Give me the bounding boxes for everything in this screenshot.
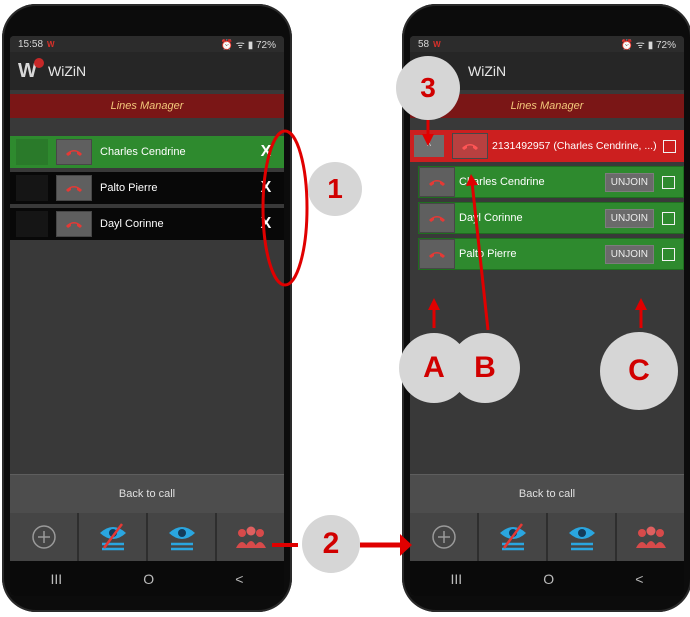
carrier-mark: W bbox=[433, 39, 441, 49]
hangup-button[interactable] bbox=[56, 139, 92, 165]
status-right: ⏰ ᯤ ▮ 72% bbox=[620, 40, 676, 51]
phone-hangup-icon bbox=[462, 144, 478, 150]
hangup-all-button[interactable] bbox=[452, 133, 488, 159]
callout-c: C bbox=[600, 332, 678, 410]
add-circle-icon bbox=[431, 525, 456, 549]
back-to-call-button[interactable]: Back to call bbox=[10, 474, 284, 513]
unjoin-button[interactable]: UNJOIN bbox=[604, 244, 654, 264]
left-screen: 15:58 W ⏰ ᯤ ▮ 72% W WiZiN Lines Manager C… bbox=[10, 36, 284, 596]
app-name: WiZiN bbox=[48, 63, 87, 79]
bottom-tabs bbox=[10, 513, 284, 561]
add-circle-icon bbox=[31, 525, 56, 549]
battery-level: 72% bbox=[255, 40, 276, 51]
left-phone: 15:58 W ⏰ ᯤ ▮ 72% W WiZiN Lines Manager C… bbox=[2, 4, 292, 612]
line-name: Charles Cendrine bbox=[100, 146, 186, 158]
phone-hangup-icon bbox=[429, 252, 445, 258]
member-hangup-button[interactable] bbox=[419, 167, 455, 197]
bottom-tabs bbox=[410, 513, 684, 561]
home-button[interactable]: O bbox=[543, 571, 554, 587]
phone-hangup-icon bbox=[66, 186, 82, 192]
member-row[interactable]: Charles Cendrine UNJOIN bbox=[418, 166, 684, 198]
recents-button[interactable]: III bbox=[451, 571, 463, 587]
lines-manager-title: Lines Manager bbox=[10, 94, 284, 118]
member-name: Palto Pierre bbox=[459, 248, 517, 260]
status-time: 58 bbox=[418, 38, 430, 50]
tab-add-call[interactable] bbox=[10, 513, 79, 561]
conference-row[interactable]: ^ 2131492957 (Charles Cendrine, ...) bbox=[410, 130, 684, 162]
close-line-icon[interactable]: X bbox=[256, 179, 276, 197]
status-bar: 15:58 W ⏰ ᯤ ▮ 72% bbox=[10, 36, 284, 52]
app-bar: W WiZiN bbox=[10, 52, 284, 90]
back-button[interactable]: < bbox=[635, 571, 643, 587]
member-checkbox[interactable] bbox=[662, 211, 675, 225]
right-screen: 58 W ⏰ ᯤ ▮ 72% WiZiN Lines Manager ^ 2131… bbox=[410, 36, 684, 596]
callout-3: 3 bbox=[396, 56, 460, 120]
member-hangup-button[interactable] bbox=[419, 203, 455, 233]
phone-hangup-icon bbox=[66, 150, 82, 156]
member-checkbox[interactable] bbox=[662, 175, 675, 189]
tab-hide-transfer[interactable] bbox=[79, 513, 148, 561]
member-row[interactable]: Palto Pierre UNJOIN bbox=[418, 238, 684, 270]
line-selector[interactable] bbox=[16, 211, 48, 237]
line-name: Palto Pierre bbox=[100, 182, 158, 194]
line-selector[interactable] bbox=[16, 175, 48, 201]
line-row[interactable]: Dayl Corinne X bbox=[10, 208, 284, 240]
app-name: WiZiN bbox=[468, 63, 507, 79]
conference-icon bbox=[235, 526, 266, 548]
close-line-icon[interactable]: X bbox=[256, 215, 276, 233]
member-row[interactable]: Dayl Corinne UNJOIN bbox=[418, 202, 684, 234]
member-name: Charles Cendrine bbox=[459, 176, 545, 188]
member-name: Dayl Corinne bbox=[459, 212, 523, 224]
phone-hangup-icon bbox=[66, 222, 82, 228]
battery-level: 72% bbox=[655, 40, 676, 51]
callout-b: B bbox=[450, 333, 520, 403]
tab-add-call[interactable] bbox=[410, 513, 479, 561]
tab-conference[interactable] bbox=[617, 513, 684, 561]
recents-button[interactable]: III bbox=[51, 571, 63, 587]
unjoin-button[interactable]: UNJOIN bbox=[604, 208, 654, 228]
eye-transfer-icon bbox=[568, 527, 595, 551]
status-right: ⏰ ᯤ ▮ 72% bbox=[220, 40, 276, 51]
back-button[interactable]: < bbox=[235, 571, 243, 587]
line-selector[interactable] bbox=[16, 139, 48, 165]
back-to-call-button[interactable]: Back to call bbox=[410, 474, 684, 513]
wizin-logo: W bbox=[18, 58, 44, 84]
phone-hangup-icon bbox=[429, 180, 445, 186]
unjoin-button[interactable]: UNJOIN bbox=[604, 172, 654, 192]
hangup-button[interactable] bbox=[56, 211, 92, 237]
status-time: 15:58 bbox=[18, 38, 44, 50]
close-line-icon[interactable]: X bbox=[256, 143, 276, 161]
eye-transfer-icon bbox=[168, 527, 195, 551]
tab-hide-transfer[interactable] bbox=[479, 513, 548, 561]
conference-icon bbox=[635, 526, 666, 548]
eye-off-transfer-icon bbox=[499, 523, 526, 551]
conference-number: 2131492957 (Charles Cendrine, ...) bbox=[492, 140, 657, 152]
line-row[interactable]: Charles Cendrine X bbox=[10, 136, 284, 168]
conference-checkbox[interactable] bbox=[663, 139, 676, 153]
member-hangup-button[interactable] bbox=[419, 239, 455, 269]
tab-show-transfer[interactable] bbox=[148, 513, 217, 561]
expand-chevron-icon[interactable]: ^ bbox=[414, 135, 444, 157]
home-button[interactable]: O bbox=[143, 571, 154, 587]
tab-show-transfer[interactable] bbox=[548, 513, 617, 561]
eye-off-transfer-icon bbox=[99, 523, 126, 551]
hangup-button[interactable] bbox=[56, 175, 92, 201]
phone-hangup-icon bbox=[429, 216, 445, 222]
status-bar: 58 W ⏰ ᯤ ▮ 72% bbox=[410, 36, 684, 52]
android-navbar: III O < bbox=[10, 561, 284, 596]
carrier-mark: W bbox=[47, 39, 55, 49]
android-navbar: III O < bbox=[410, 561, 684, 596]
callout-1: 1 bbox=[308, 162, 362, 216]
line-name: Dayl Corinne bbox=[100, 218, 164, 230]
line-row[interactable]: Palto Pierre X bbox=[10, 172, 284, 204]
member-checkbox[interactable] bbox=[662, 247, 675, 261]
tab-conference[interactable] bbox=[217, 513, 284, 561]
callout-2: 2 bbox=[302, 515, 360, 573]
